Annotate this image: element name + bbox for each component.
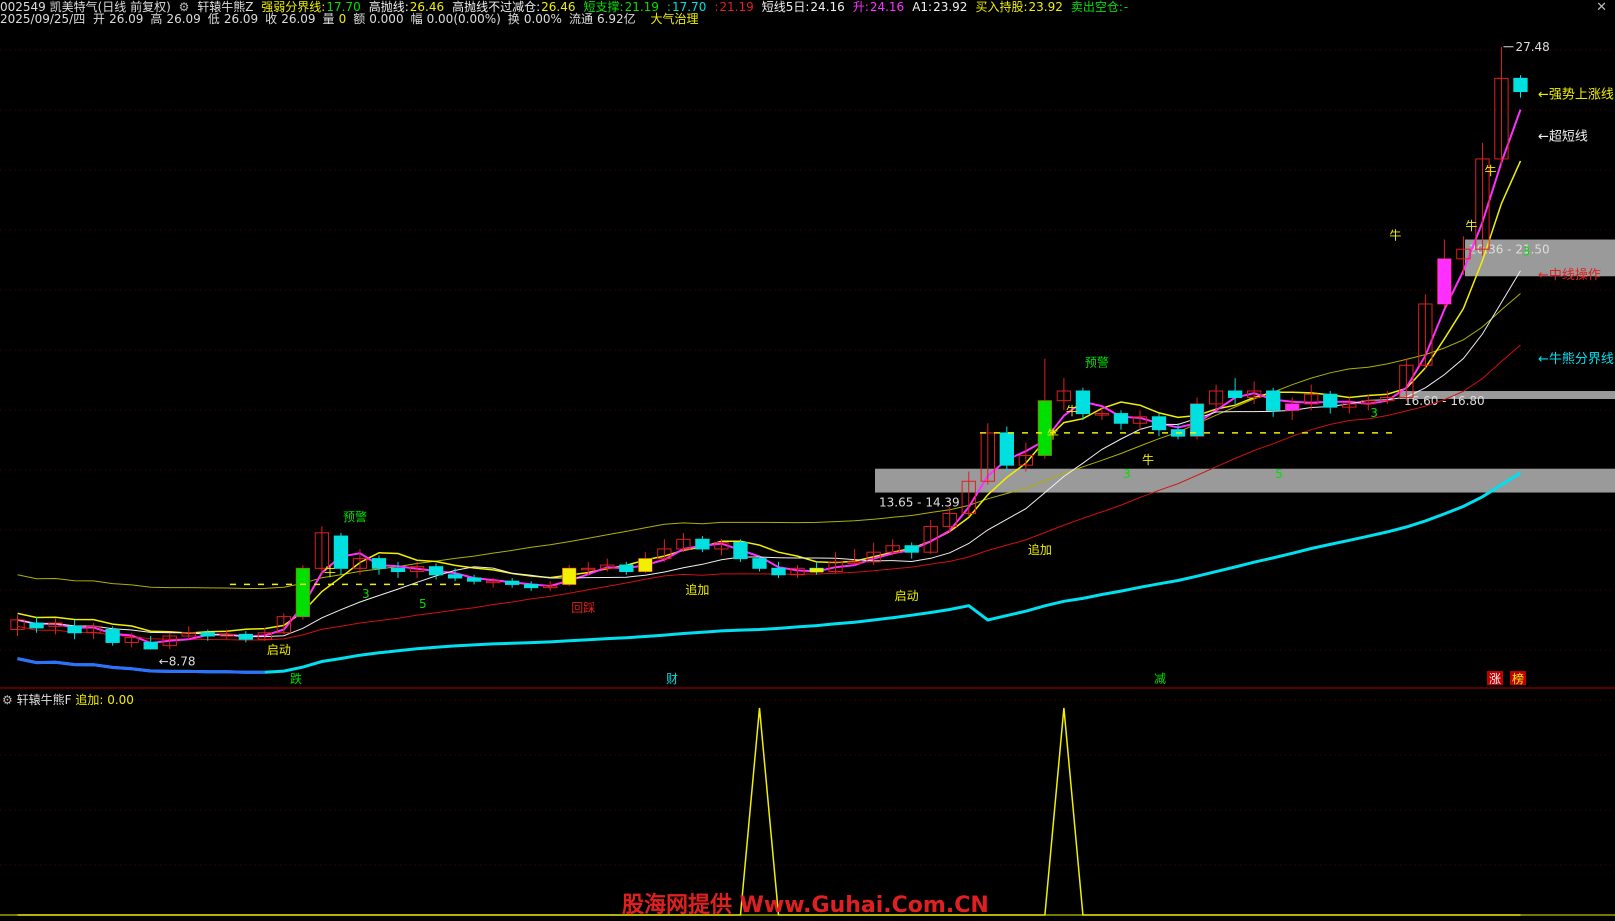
candle-body[interactable] <box>752 558 767 569</box>
signal-candle[interactable] <box>1285 403 1299 411</box>
candle-body[interactable] <box>1266 390 1281 411</box>
addition-signal-line <box>17 707 1521 916</box>
candle-body[interactable] <box>505 580 520 585</box>
candle-body[interactable] <box>143 641 158 650</box>
signal-candle[interactable] <box>638 558 652 572</box>
line-label: ←强势上涨线 <box>1538 86 1614 102</box>
line-label: ←中线操作 <box>1538 267 1601 283</box>
candle-body[interactable] <box>904 545 919 553</box>
signal-candle[interactable] <box>809 568 824 573</box>
signal-label: 牛 <box>324 564 336 579</box>
upper-channel-line <box>17 293 1521 590</box>
signal-candle[interactable] <box>1190 403 1204 437</box>
zone-label: 13.65 - 14.39 <box>879 496 960 510</box>
signal-label: 追加 <box>685 582 709 597</box>
signal-label: 启动 <box>895 589 919 603</box>
candle-body[interactable] <box>771 567 786 576</box>
candle-body[interactable] <box>333 535 349 569</box>
signal-label: 牛 <box>1142 452 1154 467</box>
candle-body[interactable] <box>999 432 1014 466</box>
signal-candle[interactable] <box>562 568 576 585</box>
min-price-label: ←8.78 <box>159 655 196 669</box>
bottom-marker[interactable]: 榜 <box>1512 671 1524 686</box>
candle-body[interactable] <box>524 583 539 589</box>
candle-body[interactable] <box>1227 390 1243 398</box>
candle-body[interactable] <box>238 633 253 640</box>
bottom-marker[interactable]: 涨 <box>1489 671 1501 686</box>
candle-body[interactable] <box>1151 416 1167 431</box>
max-price-label: 27.48 <box>1515 40 1549 54</box>
signal-label: 牛 <box>1047 427 1059 442</box>
bull-bear-line <box>17 471 1522 674</box>
candle-body[interactable] <box>1075 390 1091 415</box>
bottom-marker[interactable]: 跌 <box>290 671 302 686</box>
bear-line-segment <box>17 657 265 674</box>
ultra-short-line <box>17 270 1521 638</box>
subchart-series-value: 0.00 <box>107 693 134 707</box>
signal-label: 3 <box>1370 406 1378 420</box>
candle-body[interactable] <box>466 577 482 582</box>
subchart-series-label: 追加: <box>75 693 104 707</box>
candle-body[interactable] <box>29 622 44 629</box>
short-term-line <box>17 109 1522 645</box>
signal-label: 3 <box>362 587 370 601</box>
signal-label: 回踩 <box>571 601 595 615</box>
candle-body[interactable] <box>1323 393 1338 408</box>
bottom-marker[interactable]: 财 <box>666 672 678 686</box>
signal-label: 5 <box>419 597 427 611</box>
candle-body[interactable] <box>371 558 387 569</box>
signal-label: 5 <box>1275 467 1283 481</box>
signal-candle[interactable] <box>296 568 310 617</box>
subchart-title[interactable]: 轩辕牛熊F <box>17 693 72 707</box>
candle-body[interactable] <box>390 567 406 573</box>
medium-term-line <box>17 344 1521 641</box>
candle-body[interactable] <box>200 632 215 637</box>
candle-body[interactable] <box>1113 413 1129 424</box>
candle-body[interactable] <box>447 574 463 579</box>
signal-candle[interactable] <box>1437 258 1452 304</box>
candle-body[interactable] <box>619 564 634 573</box>
candle-body[interactable] <box>733 542 748 560</box>
zone-label: 16.60 - 16.80 <box>1404 394 1485 408</box>
signal-label: 追加 <box>1028 542 1052 557</box>
signal-label: 牛 <box>1484 163 1496 178</box>
line-label: ←超短线 <box>1538 129 1588 144</box>
signal-label: 牛 <box>1066 403 1078 418</box>
signal-label: 预警 <box>1085 355 1109 370</box>
signal-label: 预警 <box>343 509 367 524</box>
candle-body[interactable] <box>67 625 82 634</box>
candle-body[interactable] <box>428 566 444 576</box>
bottom-marker[interactable]: 减 <box>1154 672 1166 686</box>
settings-icon[interactable]: ⚙ <box>2 693 13 707</box>
watermark: 股海网提供 Www.Guhai.Com.CN <box>622 893 989 918</box>
candle-body[interactable] <box>695 538 710 550</box>
signal-label: 3 <box>1123 467 1131 481</box>
signal-label: 牛 <box>1465 218 1477 233</box>
signal-label: 牛 <box>1389 228 1401 243</box>
signal-label: 3 <box>1522 245 1530 259</box>
subchart-header: ⚙ 轩辕牛熊F 追加: 0.00 <box>2 691 134 708</box>
line-label: ←牛熊分界线 <box>1538 351 1614 367</box>
candle-body[interactable] <box>1513 77 1528 93</box>
candlestick-chart[interactable]: 13.65 - 14.3916.60 - 16.8020.36 - 21.502… <box>0 0 1615 921</box>
candle-body[interactable] <box>105 629 120 643</box>
signal-label: 启动 <box>267 643 291 657</box>
